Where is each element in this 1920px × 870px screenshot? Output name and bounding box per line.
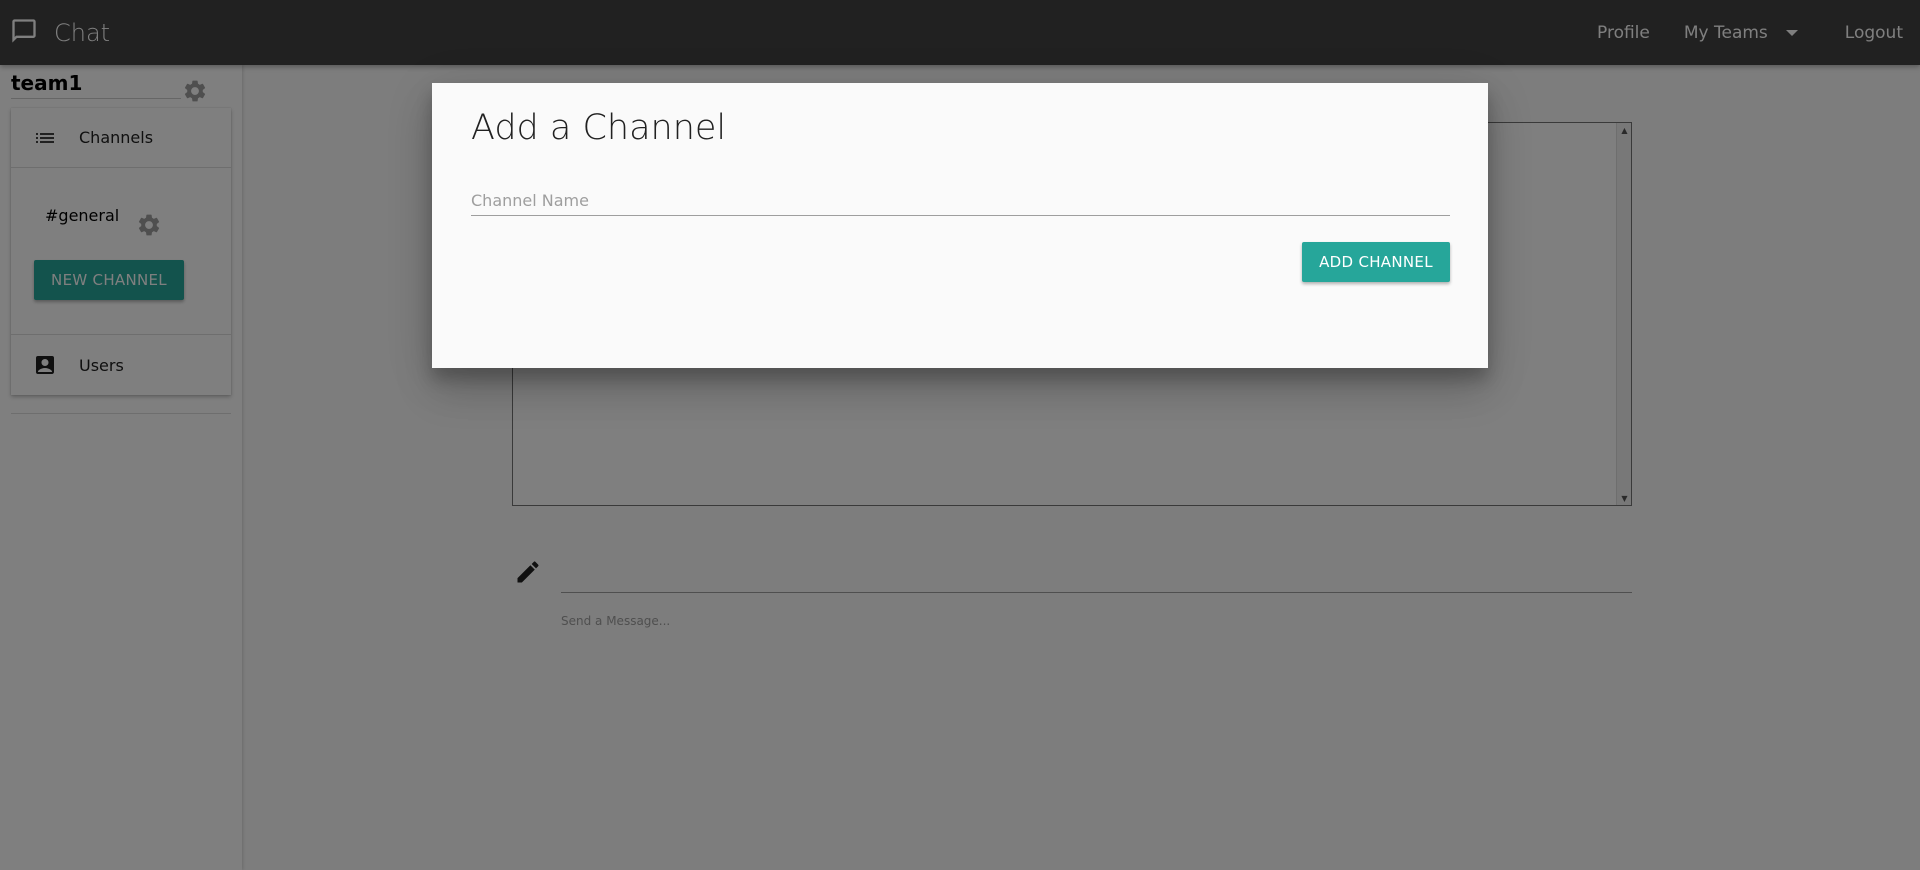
channel-name-input[interactable] — [471, 186, 1450, 216]
add-channel-button[interactable]: ADD CHANNEL — [1302, 242, 1450, 282]
modal-title: Add a Channel — [471, 108, 727, 148]
add-channel-modal: Add a Channel ADD CHANNEL — [432, 83, 1488, 368]
